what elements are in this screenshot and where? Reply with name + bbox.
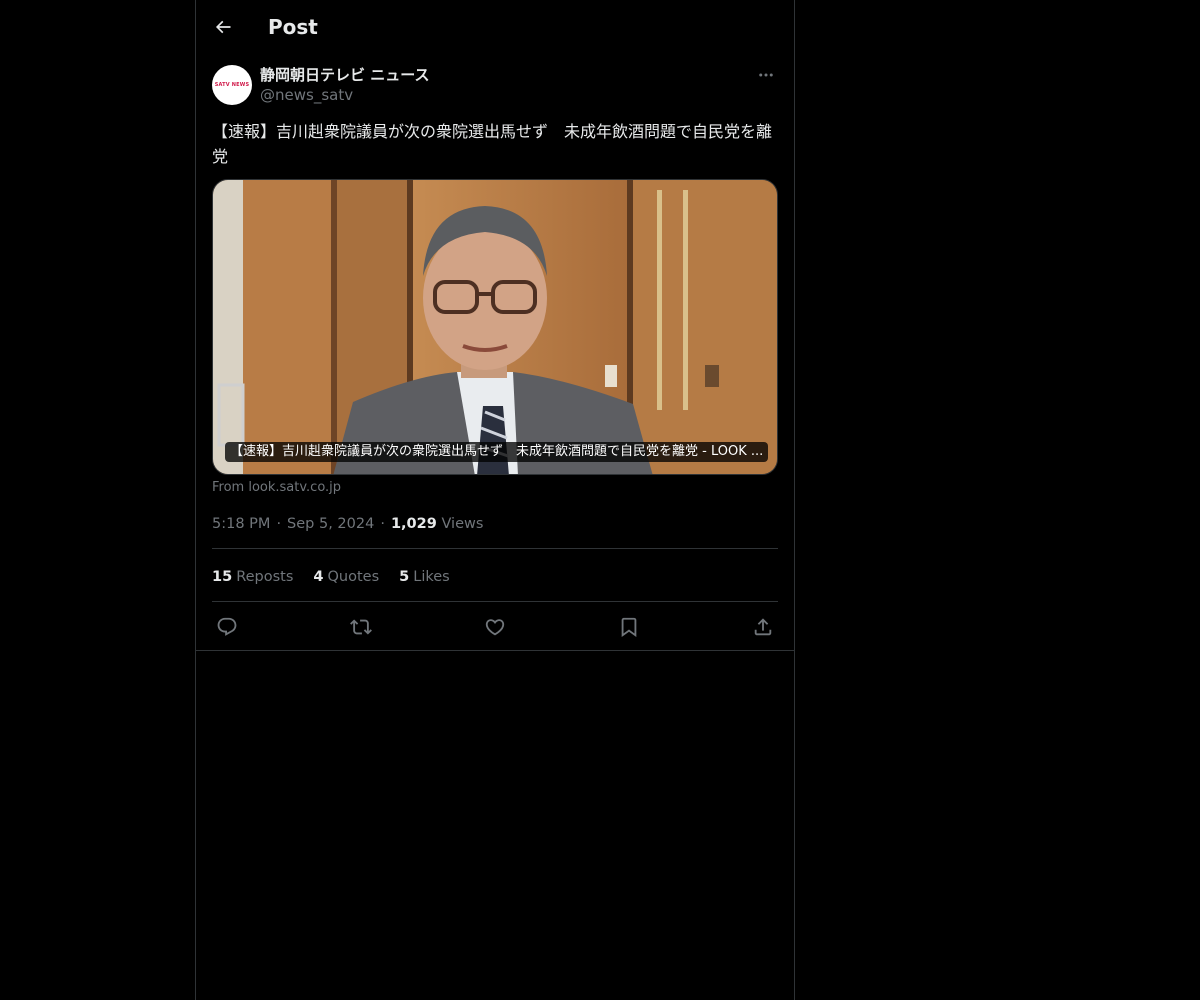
views-label: Views [441,516,484,532]
engagement-stats: 15 Reposts 4 Quotes 5 Likes [212,567,450,587]
share-button[interactable] [748,612,778,642]
primary-column: Post SATV NEWS 静岡朝日テレビ ニュース @news_satv 【… [195,0,795,1000]
avatar-logo: SATV NEWS [214,82,250,88]
bookmark-button[interactable] [614,612,644,642]
news-video-thumbnail [213,180,777,474]
post-bottom-border [196,650,794,651]
author-display-name[interactable]: 静岡朝日テレビ ニュース [260,65,429,85]
post-time[interactable]: 5:18 PM [212,516,270,532]
divider [212,601,778,602]
likes-stat[interactable]: 5 Likes [399,567,450,587]
divider [212,548,778,549]
action-bar [212,612,778,642]
like-button[interactable] [480,612,510,642]
author-handle[interactable]: @news_satv [260,85,353,105]
page-title: Post [268,15,318,39]
more-horizontal-icon [759,73,773,77]
quotes-stat[interactable]: 4 Quotes [313,567,379,587]
bookmark-icon [621,617,637,638]
link-source[interactable]: From look.satv.co.jp [212,480,341,496]
views-count: 1,029 [390,516,437,532]
reposts-stat[interactable]: 15 Reposts [212,567,293,587]
link-card-media[interactable]: 【速報】吉川赳衆院議員が次の衆院選出馬せず 未成年飲酒問題で自民党を離党 - L… [212,179,778,475]
back-button[interactable] [208,12,238,42]
share-icon [754,618,772,636]
link-card-title: 【速報】吉川赳衆院議員が次の衆院選出馬せず 未成年飲酒問題で自民党を離党 - L… [225,442,769,462]
more-button[interactable] [754,64,778,86]
post-text: 【速報】吉川赳衆院議員が次の衆院選出馬せず 未成年飲酒問題で自民党を離党 [212,122,773,166]
avatar[interactable]: SATV NEWS [212,65,252,105]
reply-icon [217,617,237,636]
arrow-left-icon [215,20,231,34]
top-bar: Post [196,0,794,53]
repost-button[interactable] [346,612,376,642]
reply-button[interactable] [212,612,242,642]
repost-icon [350,619,372,635]
like-icon [485,619,505,636]
post-meta: 5:18 PM · Sep 5, 2024 · 1,029 Views [212,516,484,532]
post-date[interactable]: Sep 5, 2024 [287,516,374,532]
post-author: SATV NEWS 静岡朝日テレビ ニュース @news_satv [212,64,778,108]
